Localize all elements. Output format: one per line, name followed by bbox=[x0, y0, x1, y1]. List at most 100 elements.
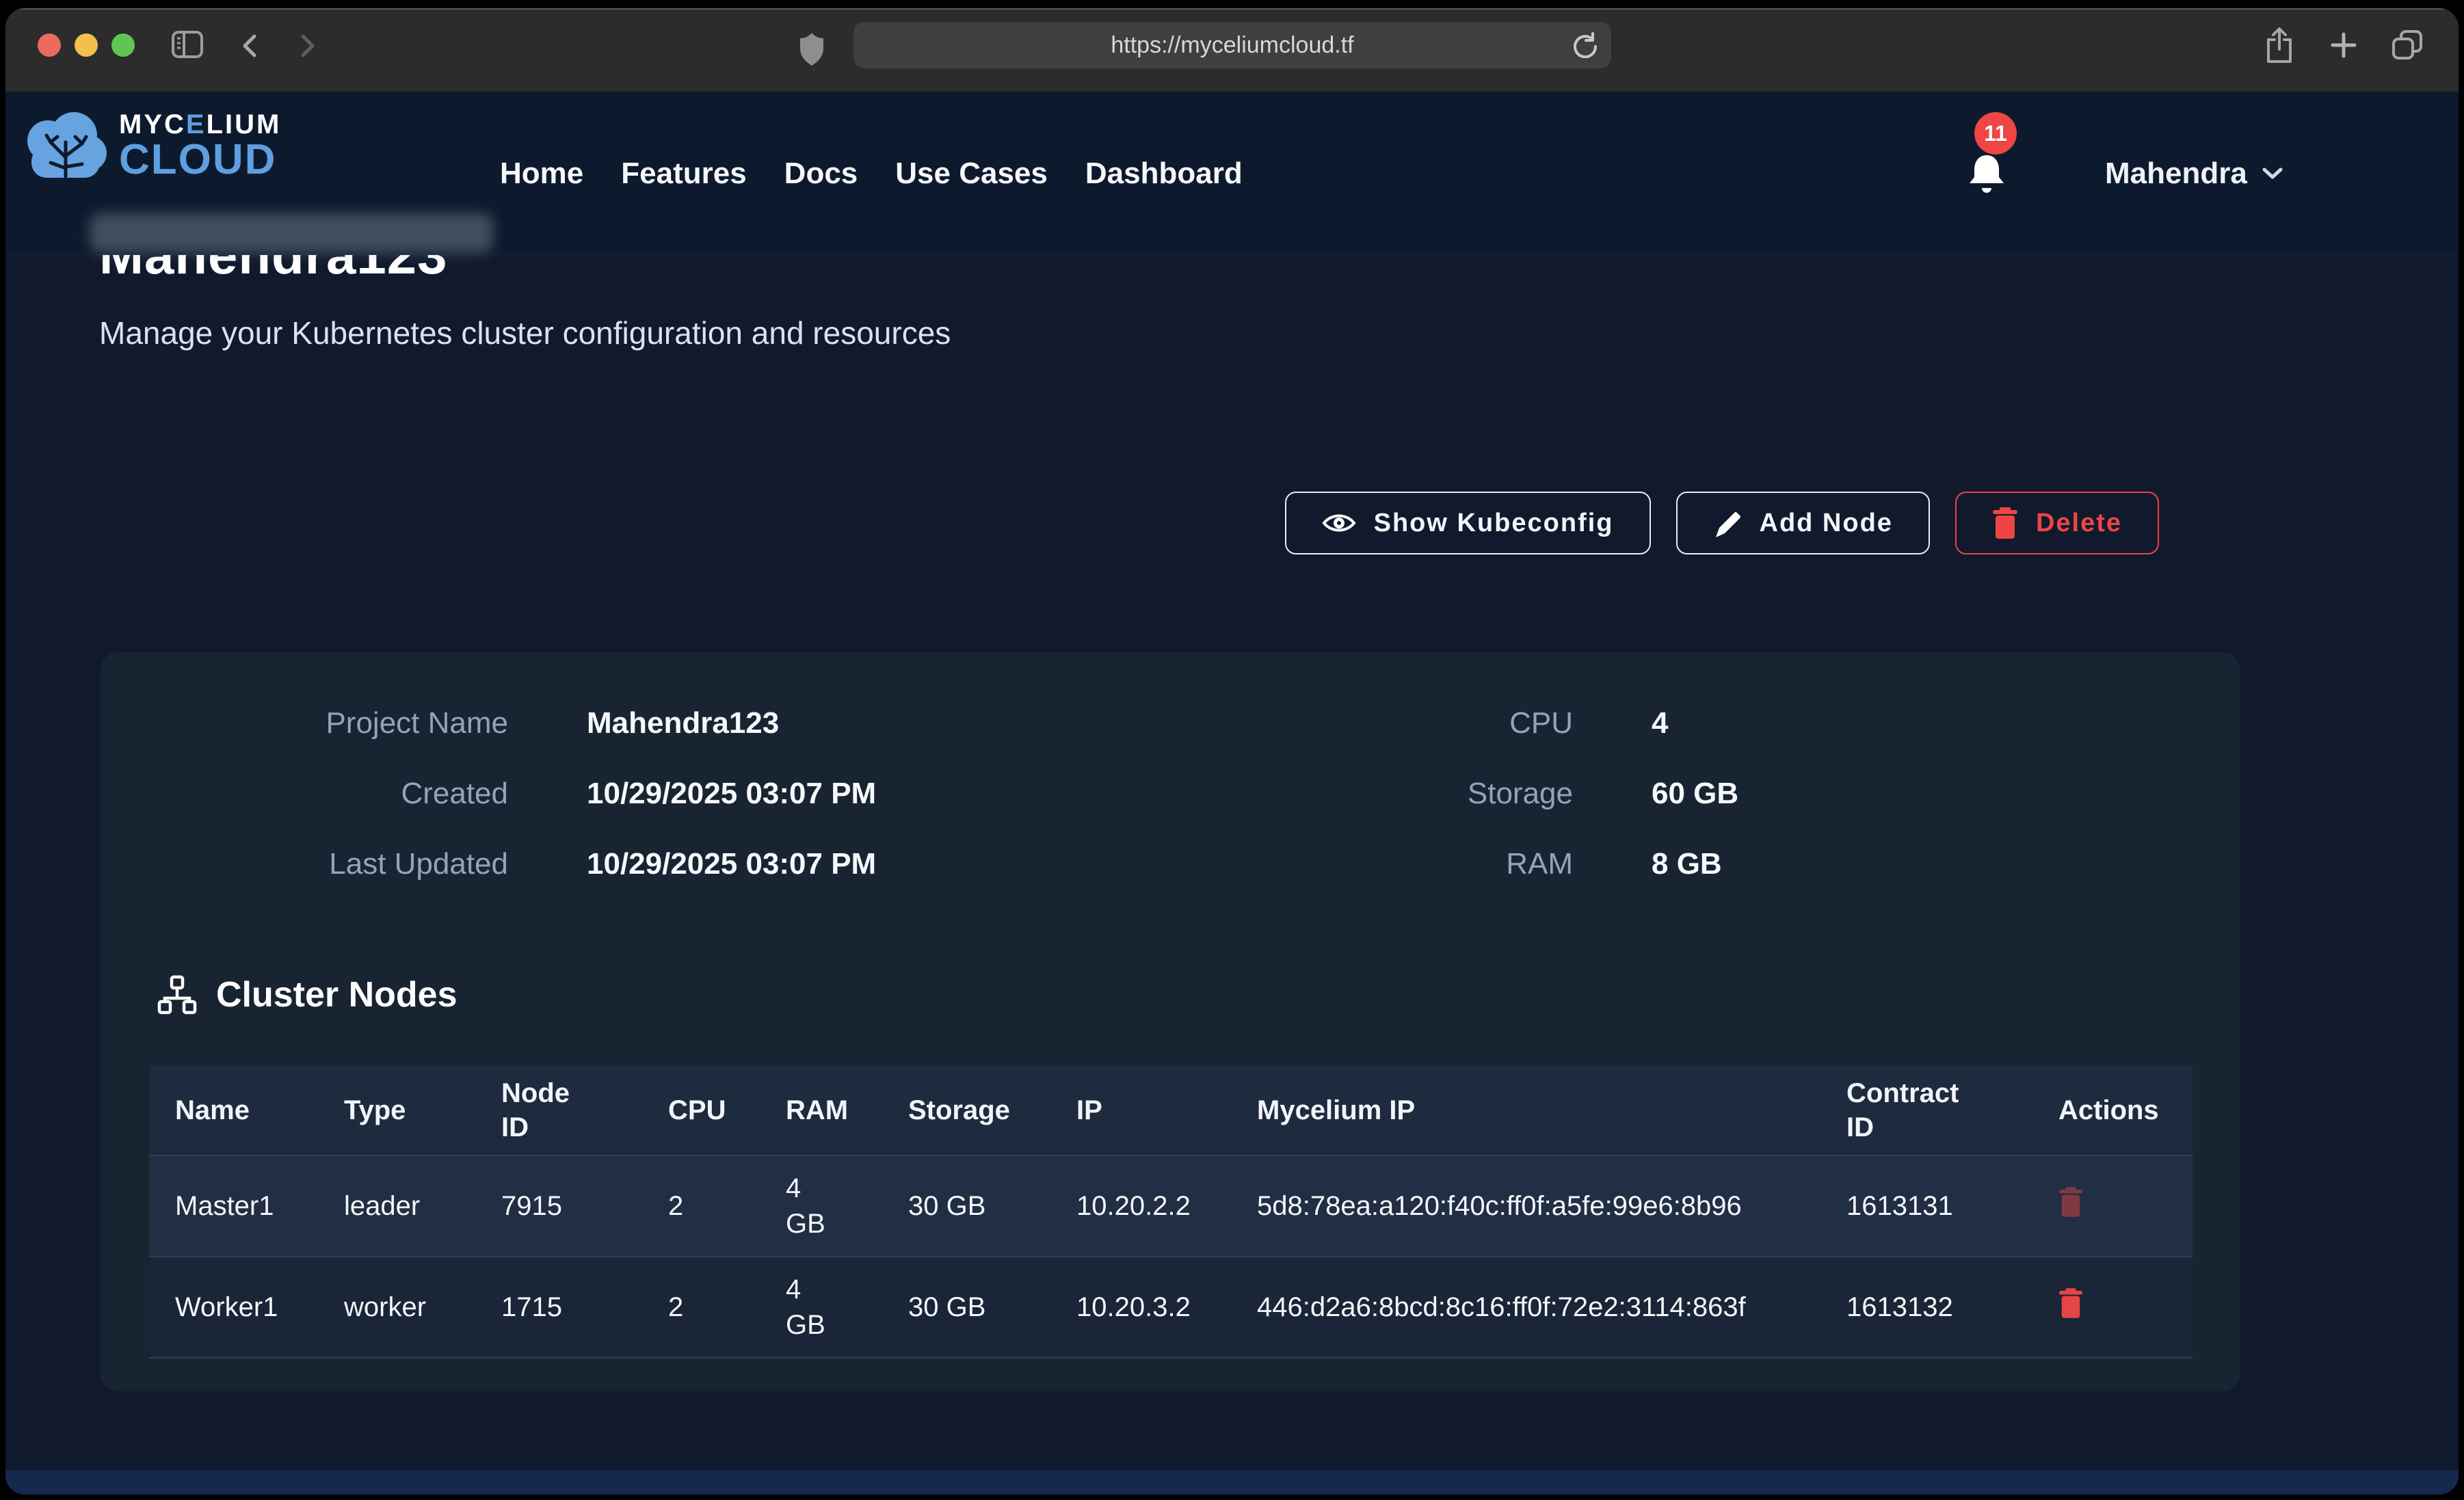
brand-text: MYCELIUM CLOUD bbox=[119, 111, 281, 181]
notifications-bell-icon[interactable] bbox=[1967, 152, 2006, 198]
detail-label: Created bbox=[101, 758, 508, 829]
add-node-button[interactable]: Add Node bbox=[1676, 492, 1930, 554]
chevron-down-icon bbox=[2262, 168, 2283, 180]
col-mycelium-ip: Mycelium IP bbox=[1231, 1065, 1820, 1155]
privacy-shield-icon[interactable] bbox=[800, 33, 823, 68]
nav-link-use-cases[interactable]: Use Cases bbox=[895, 157, 1048, 191]
browser-chrome: https://myceliumcloud.tf bbox=[5, 8, 2459, 92]
cell-mycelium-ip: 5d8:78ea:a120:f40c:ff0f:a5fe:99e6:8b96 bbox=[1231, 1155, 1820, 1257]
minimize-window-button[interactable] bbox=[75, 34, 98, 57]
nav-link-features[interactable]: Features bbox=[621, 157, 746, 191]
cell-name: Worker1 bbox=[149, 1257, 318, 1358]
cell-storage: 30 GB bbox=[882, 1155, 1050, 1257]
traffic-lights bbox=[38, 34, 135, 57]
eye-icon bbox=[1322, 511, 1356, 535]
detail-value: 10/29/2025 03:07 PM bbox=[587, 829, 1250, 899]
nav-links: Home Features Docs Use Cases Dashboard bbox=[500, 92, 1243, 255]
detail-label: CPU bbox=[1329, 688, 1573, 758]
col-actions: Actions bbox=[2032, 1065, 2193, 1155]
cell-contract-id: 1613132 bbox=[1820, 1257, 2032, 1358]
cell-cpu: 2 bbox=[642, 1257, 760, 1358]
cell-type: leader bbox=[318, 1155, 475, 1257]
col-node-id: Node ID bbox=[475, 1065, 642, 1155]
zoom-window-button[interactable] bbox=[111, 34, 135, 57]
cluster-panel: Project Name Mahendra123 CPU 4 Created 1… bbox=[101, 652, 2240, 1391]
footer-strip bbox=[5, 1470, 2459, 1495]
brand-line2: CLOUD bbox=[119, 138, 281, 181]
delete-node-icon[interactable] bbox=[2058, 1186, 2083, 1220]
detail-label: Last Updated bbox=[101, 829, 508, 899]
table-row-worker1: Worker1 worker 1715 2 4 GB 30 GB 10.20.3… bbox=[149, 1257, 2193, 1358]
cell-name: Master1 bbox=[149, 1155, 318, 1257]
back-icon[interactable] bbox=[241, 34, 256, 59]
nav-link-dashboard[interactable]: Dashboard bbox=[1085, 157, 1243, 191]
col-contract-id: Contract ID bbox=[1820, 1065, 2032, 1155]
browser-window: https://myceliumcloud.tf Mahendr bbox=[5, 8, 2459, 1495]
cell-node-id: 1715 bbox=[475, 1257, 642, 1358]
share-icon[interactable] bbox=[2263, 26, 2296, 66]
nav-link-home[interactable]: Home bbox=[500, 157, 583, 191]
nodes-table: Name Type Node ID CPU RAM Storage IP Myc… bbox=[149, 1065, 2193, 1358]
notification-count-badge: 11 bbox=[1974, 112, 2017, 155]
detail-value: 10/29/2025 03:07 PM bbox=[587, 758, 1250, 829]
top-navbar: MYCELIUM CLOUD Home Features Docs Use Ca… bbox=[5, 92, 2459, 255]
brand-logo[interactable]: MYCELIUM CLOUD bbox=[23, 108, 281, 185]
cell-mycelium-ip: 446:d2a6:8bcd:8c16:ff0f:72e2:3114:863f bbox=[1231, 1257, 1820, 1358]
close-window-button[interactable] bbox=[38, 34, 61, 57]
show-kubeconfig-label: Show Kubeconfig bbox=[1374, 509, 1614, 538]
col-cpu: CPU bbox=[642, 1065, 760, 1155]
cell-storage: 30 GB bbox=[882, 1257, 1050, 1358]
delete-cluster-button[interactable]: Delete bbox=[1955, 492, 2159, 554]
chrome-right-icons bbox=[2263, 26, 2423, 66]
cell-actions bbox=[2032, 1257, 2193, 1358]
cell-node-id: 7915 bbox=[475, 1155, 642, 1257]
cell-ram: 4 GB bbox=[760, 1155, 882, 1257]
detail-value: 8 GB bbox=[1652, 829, 2240, 899]
nodes-table-wrap: Name Type Node ID CPU RAM Storage IP Myc… bbox=[149, 1065, 2193, 1358]
reload-icon[interactable] bbox=[1572, 32, 1598, 60]
brand-line1: MYCELIUM bbox=[119, 111, 281, 138]
cluster-details: Project Name Mahendra123 CPU 4 Created 1… bbox=[101, 688, 2240, 899]
table-header-row: Name Type Node ID CPU RAM Storage IP Myc… bbox=[149, 1065, 2193, 1155]
mycelium-cloud-logo-icon bbox=[23, 108, 108, 185]
col-ip: IP bbox=[1050, 1065, 1231, 1155]
tab-overview-icon[interactable] bbox=[2392, 29, 2423, 63]
cluster-nodes-header: Cluster Nodes bbox=[157, 974, 458, 1015]
detail-value: 4 bbox=[1652, 688, 2240, 758]
detail-label: RAM bbox=[1329, 829, 1573, 899]
cell-ip: 10.20.3.2 bbox=[1050, 1257, 1231, 1358]
screenshot-stage: https://myceliumcloud.tf Mahendr bbox=[0, 0, 2464, 1500]
user-menu[interactable]: Mahendra bbox=[2105, 92, 2283, 255]
cell-cpu: 2 bbox=[642, 1155, 760, 1257]
cell-type: worker bbox=[318, 1257, 475, 1358]
cluster-actions: Show Kubeconfig Add Node Delete bbox=[1285, 492, 2159, 554]
user-name: Mahendra bbox=[2105, 157, 2247, 191]
url-text: https://myceliumcloud.tf bbox=[1111, 32, 1353, 59]
network-icon bbox=[157, 975, 197, 1015]
show-kubeconfig-button[interactable]: Show Kubeconfig bbox=[1285, 492, 1651, 554]
detail-value: Mahendra123 bbox=[587, 688, 1250, 758]
trash-icon bbox=[1992, 507, 2018, 539]
site-viewport: Mahendra123 Manage your Kubernetes clust… bbox=[5, 92, 2459, 1495]
address-bar[interactable]: https://myceliumcloud.tf bbox=[853, 22, 1611, 68]
detail-label: Storage bbox=[1329, 758, 1573, 829]
cell-ram: 4 GB bbox=[760, 1257, 882, 1358]
forward-icon[interactable] bbox=[301, 34, 316, 59]
redaction-blur bbox=[90, 213, 493, 253]
cluster-nodes-title: Cluster Nodes bbox=[216, 974, 458, 1015]
col-type: Type bbox=[318, 1065, 475, 1155]
delete-node-icon[interactable] bbox=[2058, 1287, 2083, 1321]
table-row-master1: Master1 leader 7915 2 4 GB 30 GB 10.20.2… bbox=[149, 1155, 2193, 1257]
cell-ip: 10.20.2.2 bbox=[1050, 1155, 1231, 1257]
sidebar-toggle-icon[interactable] bbox=[171, 30, 204, 61]
nav-link-docs[interactable]: Docs bbox=[784, 157, 858, 191]
detail-value: 60 GB bbox=[1652, 758, 2240, 829]
detail-label: Project Name bbox=[101, 688, 508, 758]
page-subtitle: Manage your Kubernetes cluster configura… bbox=[99, 314, 951, 351]
cell-actions bbox=[2032, 1155, 2193, 1257]
pencil-icon bbox=[1713, 508, 1742, 538]
delete-label: Delete bbox=[2036, 509, 2122, 538]
new-tab-icon[interactable] bbox=[2330, 31, 2357, 61]
col-name: Name bbox=[149, 1065, 318, 1155]
col-storage: Storage bbox=[882, 1065, 1050, 1155]
